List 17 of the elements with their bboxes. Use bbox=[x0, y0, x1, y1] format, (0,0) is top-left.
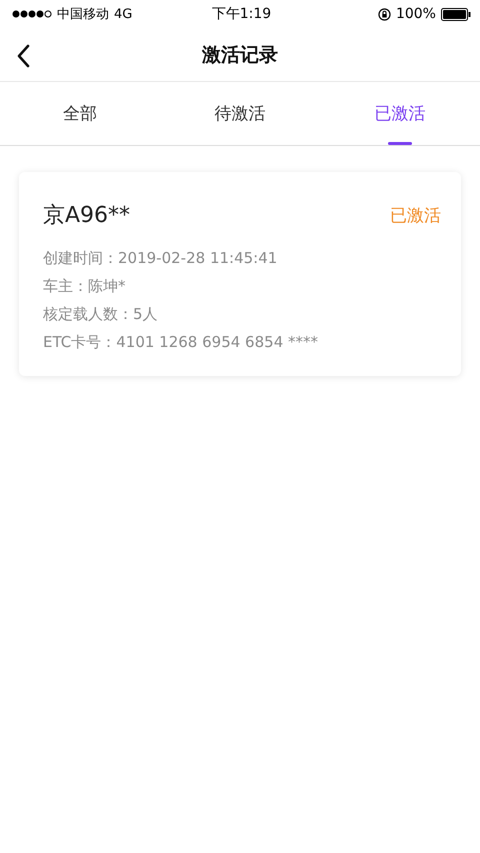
filter-tab[interactable]: 已激活 bbox=[320, 82, 480, 145]
record-detail: ETC卡号：4101 1268 6954 6854 **** bbox=[43, 333, 320, 352]
status-time: 下午1:19 bbox=[212, 5, 272, 23]
plate-number: 京A96** bbox=[43, 202, 130, 230]
page-title: 激活记录 bbox=[202, 42, 278, 68]
battery-icon bbox=[440, 8, 471, 20]
carrier-name: 中国移动 bbox=[57, 6, 109, 23]
record-detail: 核定载人数：5人 bbox=[43, 305, 159, 324]
filter-tab[interactable]: 待激活 bbox=[160, 82, 320, 145]
battery-percent: 100% bbox=[396, 6, 436, 22]
network-type: 4G bbox=[114, 6, 132, 22]
filter-tab[interactable]: 全部 bbox=[0, 82, 160, 145]
signal-icon bbox=[12, 10, 52, 18]
activation-status: 已激活 bbox=[390, 204, 441, 226]
record-detail: 创建时间：2019-02-28 11:45:41 bbox=[43, 249, 278, 268]
rotation-lock-icon bbox=[378, 8, 391, 20]
record-detail: 车主：陈坤* bbox=[43, 277, 126, 296]
